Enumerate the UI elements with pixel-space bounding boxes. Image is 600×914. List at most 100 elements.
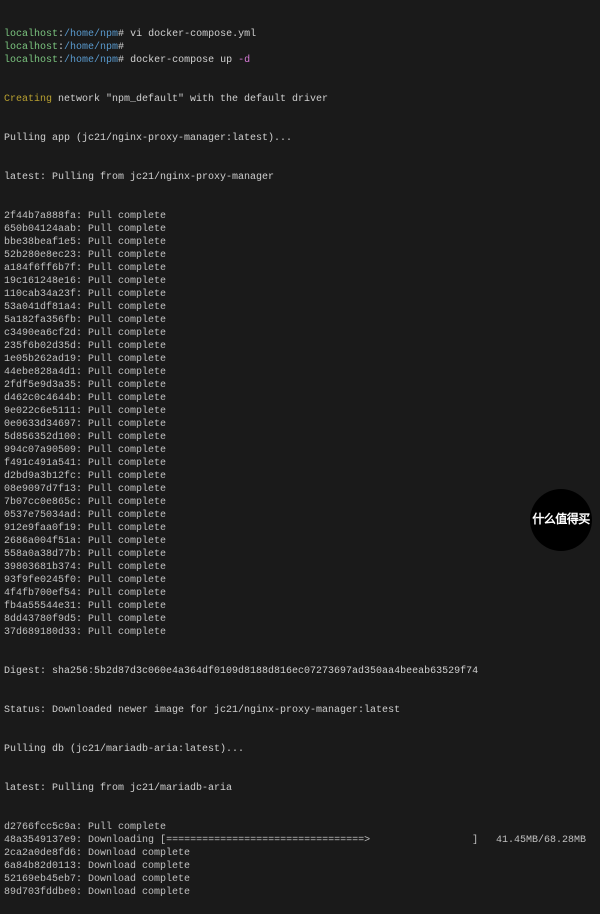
layer-hash: 1e05b262ad19 (4, 354, 76, 365)
layer-status: Pull complete (88, 341, 166, 352)
layer-status: Pull complete (88, 250, 166, 261)
layer-line: bbe38beaf1e5: Pull complete (4, 236, 596, 249)
layer-hash: 52b280e8ec23 (4, 250, 76, 261)
layer-hash: 5d856352d100 (4, 432, 76, 443)
layer-status: Pull complete (88, 419, 166, 430)
layer-hash: 2fdf5e9d3a35 (4, 380, 76, 391)
command-flag: -d (238, 55, 250, 66)
layer-status: Pull complete (88, 575, 166, 586)
layer-status: Pull complete (88, 315, 166, 326)
layer-hash: 7b07cc0e865c (4, 497, 76, 508)
prompt-path: /home/npm (64, 29, 118, 40)
layer-hash: 235f6b02d35d (4, 341, 76, 352)
prompt-path: /home/npm (64, 42, 118, 53)
layer-hash: 08e9097d7f13 (4, 484, 76, 495)
db-layer-line: 52169eb45eb7: Download complete (4, 873, 596, 886)
command-text: docker-compose up (130, 55, 238, 66)
layer-line: 110cab34a23f: Pull complete (4, 288, 596, 301)
layer-status: Pull complete (88, 354, 166, 365)
layer-line: 0537e75034ad: Pull complete (4, 509, 596, 522)
layer-status: Download complete (88, 861, 190, 872)
layer-hash: 53a041df81a4 (4, 302, 76, 313)
layer-hash: 994c07a90509 (4, 445, 76, 456)
command-text: vi docker-compose.yml (130, 29, 256, 40)
layer-line: 93f9fe0245f0: Pull complete (4, 574, 596, 587)
layer-hash: 4f4fb700ef54 (4, 588, 76, 599)
layer-status: Download complete (88, 874, 190, 885)
layer-status: Pull complete (88, 627, 166, 638)
layer-line: 39803681b374: Pull complete (4, 561, 596, 574)
layer-hash: 558a0a38d77b (4, 549, 76, 560)
layer-hash: 2ca2a0de8fd6 (4, 848, 76, 859)
layer-hash: a184f6ff6b7f (4, 263, 76, 274)
layer-status: Pull complete (88, 510, 166, 521)
layer-status: Downloading (88, 835, 154, 846)
layer-status: Pull complete (88, 393, 166, 404)
layer-line: 52b280e8ec23: Pull complete (4, 249, 596, 262)
layer-hash: 0e0633d34697 (4, 419, 76, 430)
pulling-db-line: Pulling db (jc21/mariadb-aria:latest)... (4, 743, 596, 756)
layer-line: 235f6b02d35d: Pull complete (4, 340, 596, 353)
layer-status: Pull complete (88, 445, 166, 456)
layer-status: Pull complete (88, 549, 166, 560)
layer-status: Pull complete (88, 289, 166, 300)
layer-hash: c3490ea6cf2d (4, 328, 76, 339)
progress-size: 41.45MB/68.28MB (484, 834, 596, 847)
db-layer-line: d2766fcc5c9a: Pull complete (4, 821, 596, 834)
layer-hash: 6a84b82d0113 (4, 861, 76, 872)
layer-hash: 52169eb45eb7 (4, 874, 76, 885)
layer-line: c3490ea6cf2d: Pull complete (4, 327, 596, 340)
layer-hash: 9e022c6e5111 (4, 406, 76, 417)
layer-hash: 44ebe828a4d1 (4, 367, 76, 378)
layer-hash: 37d689180d33 (4, 627, 76, 638)
db-layer-line: 2ca2a0de8fd6: Download complete (4, 847, 596, 860)
db-layer-line: 48a3549137e9: Downloading [=============… (4, 834, 596, 847)
layer-status: Pull complete (88, 497, 166, 508)
layer-line: 8dd43780f9d5: Pull complete (4, 613, 596, 626)
layer-hash: 8dd43780f9d5 (4, 614, 76, 625)
pulling-app-line: Pulling app (jc21/nginx-proxy-manager:la… (4, 132, 596, 145)
layer-line: 37d689180d33: Pull complete (4, 626, 596, 639)
layer-hash: f491c491a541 (4, 458, 76, 469)
layer-line: 1e05b262ad19: Pull complete (4, 353, 596, 366)
layer-line: 9e022c6e5111: Pull complete (4, 405, 596, 418)
status-line: Status: Downloaded newer image for jc21/… (4, 704, 596, 717)
watermark-badge: 什么值得买 (530, 489, 592, 551)
layer-line: 994c07a90509: Pull complete (4, 444, 596, 457)
layer-status: Download complete (88, 887, 190, 898)
prompt-host: localhost (4, 42, 58, 53)
layer-line: 2f44b7a888fa: Pull complete (4, 210, 596, 223)
layer-line: d2bd9a3b12fc: Pull complete (4, 470, 596, 483)
layer-line: 0e0633d34697: Pull complete (4, 418, 596, 431)
terminal-output[interactable]: localhost:/home/npm# vi docker-compose.y… (0, 0, 600, 914)
layer-line: f491c491a541: Pull complete (4, 457, 596, 470)
layer-hash: bbe38beaf1e5 (4, 237, 76, 248)
layer-line: 2686a004f51a: Pull complete (4, 535, 596, 548)
layer-line: 44ebe828a4d1: Pull complete (4, 366, 596, 379)
layer-status: Pull complete (88, 523, 166, 534)
layer-line: 2fdf5e9d3a35: Pull complete (4, 379, 596, 392)
layer-status: Pull complete (88, 588, 166, 599)
layer-status: Pull complete (88, 367, 166, 378)
layer-status: Pull complete (88, 614, 166, 625)
layer-status: Pull complete (88, 432, 166, 443)
progress-bar: [=================================> ] (160, 835, 478, 846)
layer-hash: d2bd9a3b12fc (4, 471, 76, 482)
digest-line: Digest: sha256:5b2d87d3c060e4a364df0109d… (4, 665, 596, 678)
layer-status: Pull complete (88, 302, 166, 313)
layer-hash: 89d703fddbe0 (4, 887, 76, 898)
layer-status: Pull complete (88, 380, 166, 391)
layer-status: Pull complete (88, 484, 166, 495)
layer-status: Pull complete (88, 458, 166, 469)
prompt-line: localhost:/home/npm# vi docker-compose.y… (4, 28, 596, 41)
layer-status: Pull complete (88, 276, 166, 287)
layer-hash: 39803681b374 (4, 562, 76, 573)
layer-status: Pull complete (88, 211, 166, 222)
layer-status: Pull complete (88, 263, 166, 274)
layer-line: 7b07cc0e865c: Pull complete (4, 496, 596, 509)
latest-pulling-app: latest: Pulling from jc21/nginx-proxy-ma… (4, 171, 596, 184)
prompt-line: localhost:/home/npm# (4, 41, 596, 54)
layer-line: a184f6ff6b7f: Pull complete (4, 262, 596, 275)
layer-hash: d2766fcc5c9a (4, 822, 76, 833)
layer-line: 912e9faa0f19: Pull complete (4, 522, 596, 535)
